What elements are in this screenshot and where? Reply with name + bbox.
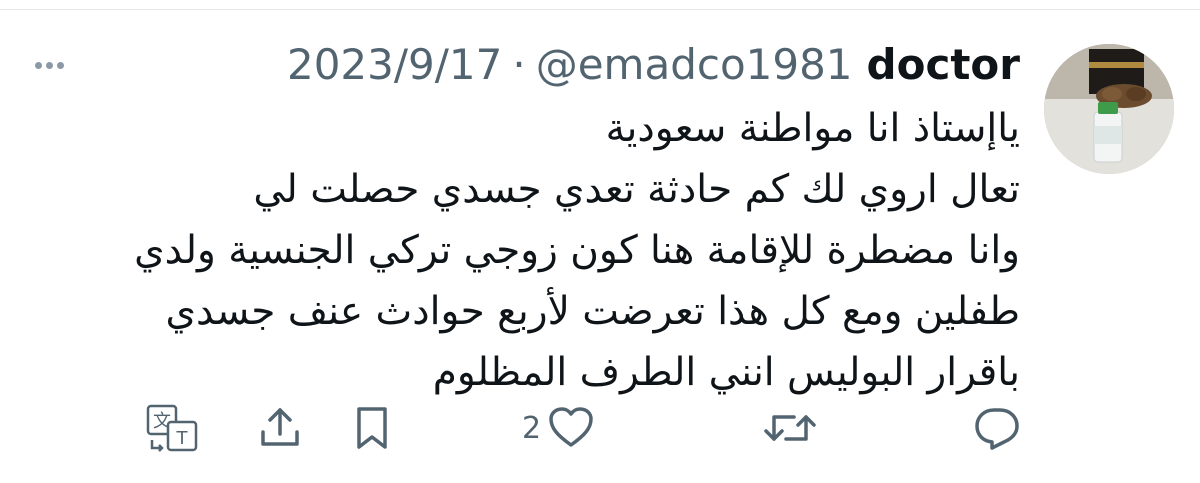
like-button[interactable]: 2 <box>522 398 595 458</box>
more-dot-icon <box>56 61 64 69</box>
bookmark-icon <box>357 407 387 449</box>
more-dot-icon <box>34 61 42 69</box>
heart-icon <box>549 407 593 447</box>
share-icon <box>261 408 299 446</box>
more-options-button[interactable] <box>28 50 70 80</box>
tweet-text-line: باقرار البوليس انني الطرف المظلوم <box>432 350 1020 395</box>
tweet-date[interactable]: 2023/9/17 <box>287 40 502 89</box>
header-separator: · <box>512 40 526 89</box>
author-name[interactable]: doctor <box>867 40 1020 89</box>
retweet-icon <box>764 415 816 441</box>
tweet-text: ياإستاذ انا مواطنة سعودية تعال اروي لك ك… <box>134 98 1020 403</box>
tweet-action-bar: 文 T 2 <box>0 398 1200 458</box>
reply-button[interactable] <box>972 398 1022 458</box>
top-divider <box>0 9 1200 10</box>
author-avatar[interactable] <box>1044 44 1174 174</box>
tweet-text-line: تعال اروي لك كم حادثة تعدي جسدي حصلت لي <box>253 167 1020 212</box>
tweet-header: 2023/9/17 · @emadco1981 doctor <box>287 40 1020 96</box>
more-dot-icon <box>45 61 53 69</box>
avatar-image <box>1044 44 1174 174</box>
retweet-button[interactable] <box>762 398 818 458</box>
bookmark-button[interactable] <box>352 398 392 458</box>
tweet-text-line: طفلين ومع كل هذا تعرضت لأربع حوادث عنف ج… <box>165 289 1020 334</box>
share-button[interactable] <box>258 398 302 458</box>
tweet-text-line: وانا مضطرة للإقامة هنا كون زوجي تركي الج… <box>134 228 1020 273</box>
translate-button[interactable]: 文 T <box>144 398 200 458</box>
like-count: 2 <box>522 410 542 446</box>
reply-icon <box>975 408 1019 450</box>
author-handle[interactable]: @emadco1981 <box>536 40 853 89</box>
tweet-text-line: ياإستاذ انا مواطنة سعودية <box>605 106 1020 151</box>
translate-icon: 文 T <box>146 404 198 452</box>
svg-text:T: T <box>176 428 189 449</box>
